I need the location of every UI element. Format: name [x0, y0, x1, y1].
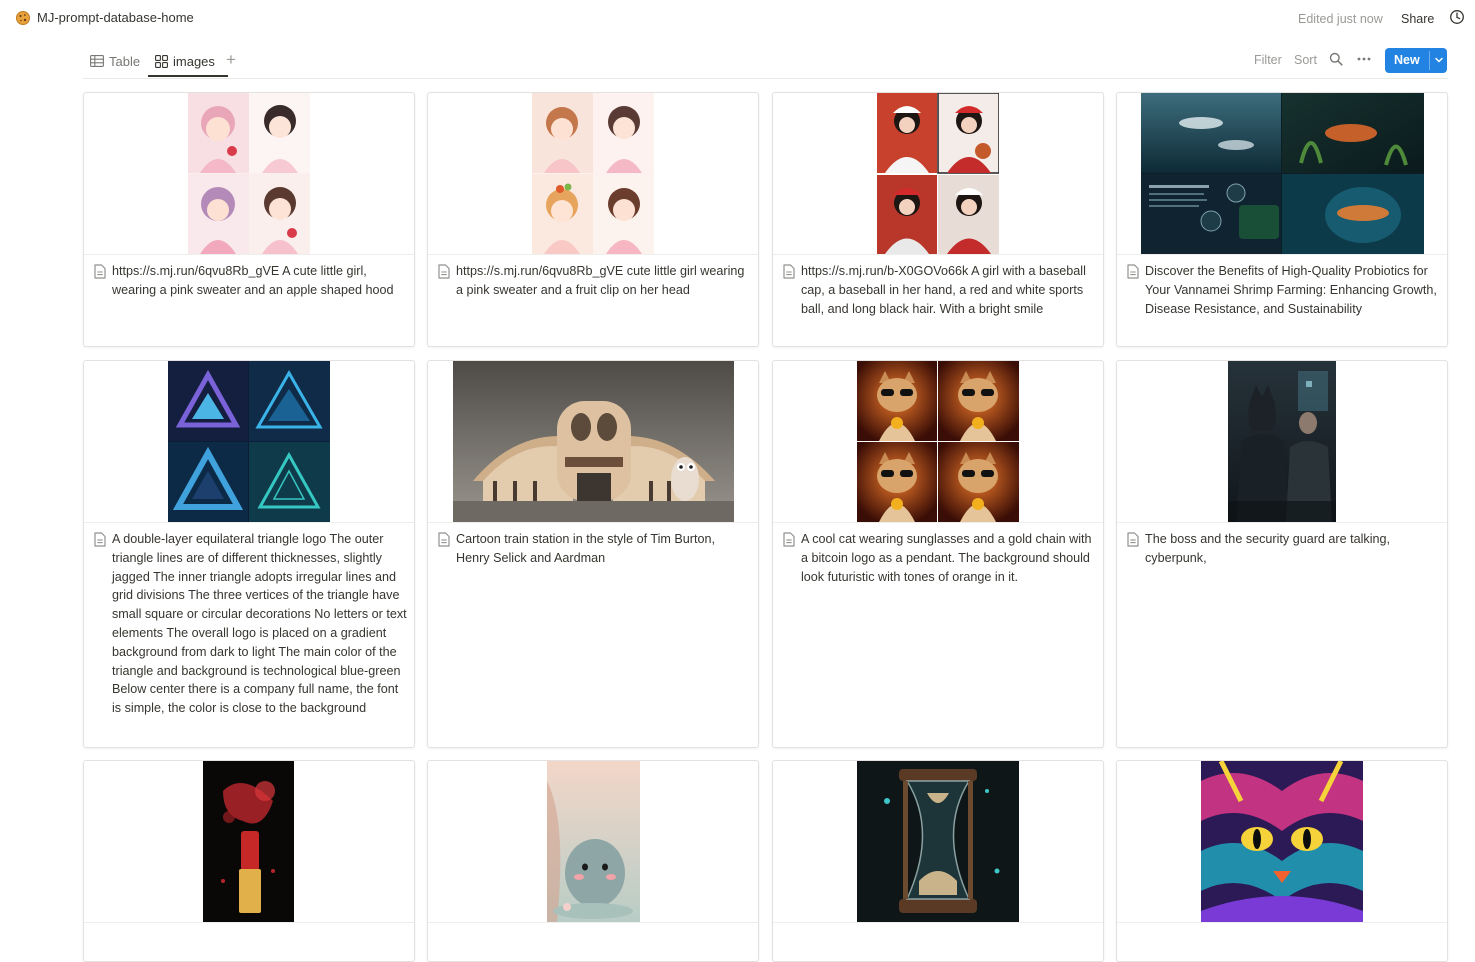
sort-button[interactable]: Sort	[1294, 53, 1317, 67]
document-icon	[783, 532, 795, 547]
edited-status: Edited just now	[1298, 12, 1383, 26]
gallery-card[interactable]: Discover the Benefits of High-Quality Pr…	[1116, 92, 1448, 347]
search-icon[interactable]	[1329, 52, 1343, 66]
more-options-icon[interactable]	[1356, 52, 1372, 66]
cookie-icon[interactable]	[15, 10, 31, 26]
cover-image	[1201, 761, 1363, 922]
gallery-card[interactable]: https://s.mj.run/b-X0GOVo66k A girl with…	[772, 92, 1104, 347]
document-icon	[1127, 264, 1139, 279]
card-cover	[84, 93, 414, 255]
cover-image	[1228, 361, 1336, 522]
card-cover	[84, 761, 414, 923]
active-tab-indicator	[148, 75, 228, 77]
card-cover	[773, 361, 1103, 523]
card-cover	[428, 761, 758, 923]
view-toolbar: Table images + Filter Sort New	[83, 44, 1448, 79]
gallery-icon	[155, 54, 168, 68]
card-cover	[428, 93, 758, 255]
card-cover	[1117, 93, 1447, 255]
filter-button[interactable]: Filter	[1254, 53, 1282, 67]
cover-image	[877, 93, 999, 254]
table-icon	[90, 55, 104, 67]
card-title: Discover the Benefits of High-Quality Pr…	[1145, 264, 1437, 316]
card-cover	[1117, 761, 1447, 923]
cover-image	[532, 93, 654, 254]
card-title: A cool cat wearing sunglasses and a gold…	[801, 532, 1092, 584]
tab-label: images	[173, 53, 215, 69]
tab-images[interactable]: images	[155, 51, 215, 71]
new-button-divider	[1429, 51, 1430, 70]
card-cover	[428, 361, 758, 523]
gallery-card[interactable]: A double-layer equilateral triangle logo…	[83, 360, 415, 748]
gallery-card[interactable]: https://s.mj.run/6qvu8Rb_gVE cute little…	[427, 92, 759, 347]
gallery-card[interactable]	[1116, 760, 1448, 962]
cover-image	[857, 761, 1019, 922]
card-cover	[773, 761, 1103, 923]
card-title: https://s.mj.run/6qvu8Rb_gVE A cute litt…	[112, 264, 394, 297]
tab-label: Table	[109, 53, 141, 69]
gallery-card[interactable]: Cartoon train station in the style of Ti…	[427, 360, 759, 748]
share-button[interactable]: Share	[1401, 11, 1434, 27]
document-icon	[438, 532, 450, 547]
gallery-card[interactable]	[772, 760, 1104, 962]
cover-image	[857, 361, 1019, 522]
card-cover	[1117, 361, 1447, 523]
chevron-down-icon[interactable]	[1434, 55, 1444, 65]
clock-history-icon[interactable]	[1449, 9, 1465, 25]
cover-image	[547, 761, 640, 922]
document-icon	[94, 532, 106, 547]
card-title: https://s.mj.run/b-X0GOVo66k A girl with…	[801, 264, 1086, 316]
document-icon	[438, 264, 450, 279]
card-title: The boss and the security guard are talk…	[1145, 532, 1391, 565]
new-button[interactable]: New	[1385, 48, 1447, 73]
new-button-label: New	[1394, 53, 1420, 67]
card-cover	[773, 93, 1103, 255]
cover-image	[188, 93, 310, 254]
card-title: Cartoon train station in the style of Ti…	[456, 532, 715, 565]
card-title: A double-layer equilateral triangle logo…	[112, 532, 407, 716]
gallery-card[interactable]: The boss and the security guard are talk…	[1116, 360, 1448, 748]
gallery-card[interactable]	[427, 760, 759, 962]
document-icon	[94, 264, 106, 279]
cover-image	[168, 361, 330, 522]
card-title: https://s.mj.run/6qvu8Rb_gVE cute little…	[456, 264, 745, 297]
tab-table[interactable]: Table	[90, 51, 140, 71]
gallery-card[interactable]: A cool cat wearing sunglasses and a gold…	[772, 360, 1104, 748]
cover-image	[203, 761, 294, 922]
gallery-card[interactable]: https://s.mj.run/6qvu8Rb_gVE A cute litt…	[83, 92, 415, 347]
gallery-card[interactable]	[83, 760, 415, 962]
add-view-button[interactable]: +	[226, 50, 236, 70]
page-title[interactable]: MJ-prompt-database-home	[37, 10, 194, 26]
cover-image	[453, 361, 734, 522]
document-icon	[1127, 532, 1139, 547]
cover-image	[1141, 93, 1424, 254]
card-cover	[84, 361, 414, 523]
top-bar: MJ-prompt-database-home Edited just now …	[0, 0, 1475, 36]
document-icon	[783, 264, 795, 279]
